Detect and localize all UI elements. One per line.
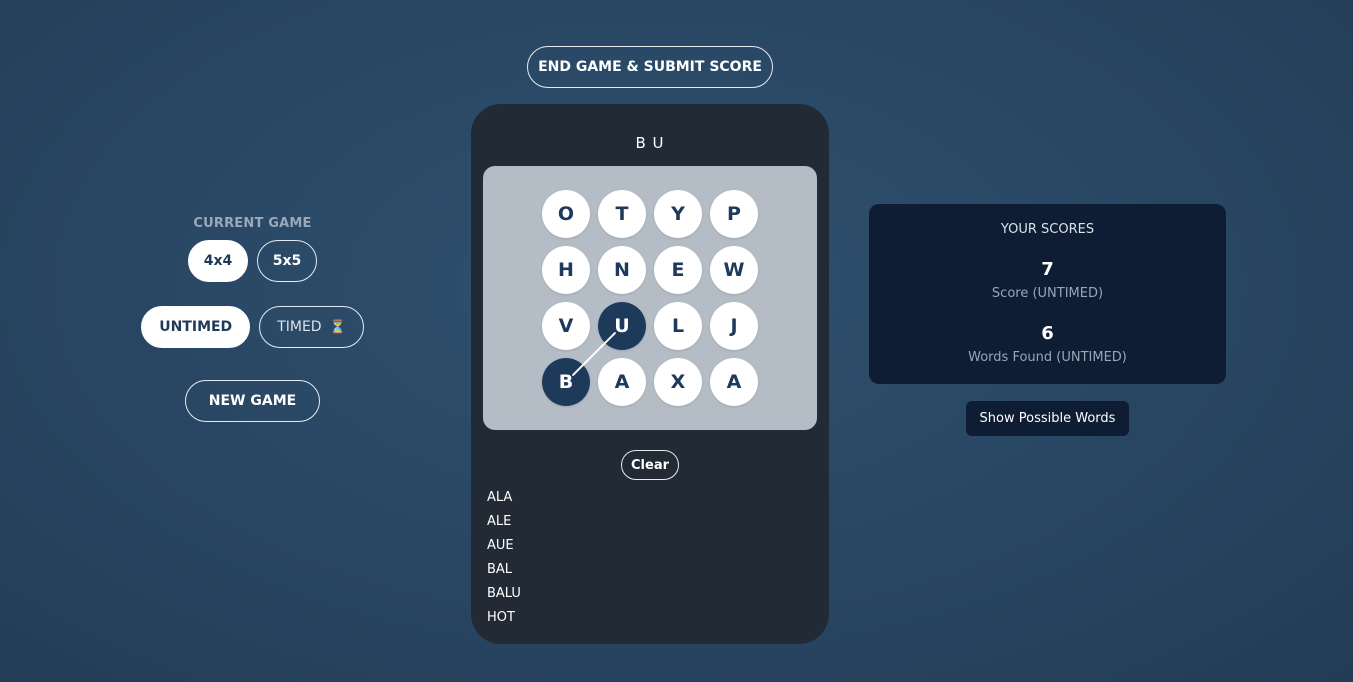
found-words-list: ALA ALE AUE BAL BALU HOT xyxy=(487,486,521,630)
show-possible-words-button[interactable]: Show Possible Words xyxy=(966,401,1129,436)
game-settings-panel: CURRENT GAME 4x4 5x5 UNTIMED TIMED ⏳ NEW… xyxy=(130,216,375,422)
found-word: BAL xyxy=(487,562,513,577)
timed-mode-button[interactable]: TIMED ⏳ xyxy=(259,306,364,348)
letter-tile[interactable]: E xyxy=(654,246,702,294)
letter-tile[interactable]: A xyxy=(598,358,646,406)
new-game-row: NEW GAME xyxy=(130,380,375,422)
letter-tile[interactable]: A xyxy=(710,358,758,406)
score-label: Score (UNTIMED) xyxy=(991,286,1104,301)
found-word: HOT xyxy=(487,610,515,625)
size-4x4-button[interactable]: 4x4 xyxy=(188,240,248,282)
game-panel: B U OTYPHNEWVULJBAXA Clear ALA ALE AUE BAL B… xyxy=(471,104,829,644)
grid-size-selector: 4x4 5x5 xyxy=(130,240,375,282)
letter-tile[interactable]: Y xyxy=(654,190,702,238)
letter-tile[interactable]: J xyxy=(710,302,758,350)
letter-tile[interactable]: P xyxy=(710,190,758,238)
letter-tile[interactable]: B xyxy=(542,358,590,406)
found-word: ALA xyxy=(487,490,513,505)
new-game-button[interactable]: NEW GAME xyxy=(185,380,320,422)
found-word: ALE xyxy=(487,514,512,529)
selection-path xyxy=(572,332,616,376)
hourglass-icon: ⏳ xyxy=(329,319,346,335)
untimed-mode-button[interactable]: UNTIMED xyxy=(141,306,251,348)
letter-tile[interactable]: L xyxy=(654,302,702,350)
current-game-label: CURRENT GAME xyxy=(193,216,312,231)
words-found-label: Words Found (UNTIMED) xyxy=(968,350,1127,365)
scores-title: YOUR SCORES xyxy=(1000,222,1095,237)
letter-tile[interactable]: W xyxy=(710,246,758,294)
letter-tile[interactable]: N xyxy=(598,246,646,294)
score-value: 7 xyxy=(1041,259,1054,280)
letter-tile[interactable]: U xyxy=(598,302,646,350)
clear-button[interactable]: Clear xyxy=(621,450,679,480)
scores-card: YOUR SCORES 7 Score (UNTIMED) 6 Words Fo… xyxy=(869,204,1226,384)
letter-tile[interactable]: O xyxy=(542,190,590,238)
letter-tile[interactable]: T xyxy=(598,190,646,238)
size-5x5-button[interactable]: 5x5 xyxy=(257,240,317,282)
words-found-value: 6 xyxy=(1041,323,1054,344)
found-word: BALU xyxy=(487,586,521,601)
letter-tile[interactable]: X xyxy=(654,358,702,406)
letter-board: OTYPHNEWVULJBAXA xyxy=(483,166,817,430)
timed-mode-label: TIMED xyxy=(277,319,322,335)
found-word: AUE xyxy=(487,538,514,553)
letter-tile[interactable]: V xyxy=(542,302,590,350)
end-game-submit-score-button[interactable]: END GAME & SUBMIT SCORE xyxy=(527,46,773,88)
letter-tile[interactable]: H xyxy=(542,246,590,294)
game-mode-selector: UNTIMED TIMED ⏳ xyxy=(130,306,375,348)
current-word-display: B U xyxy=(635,134,665,152)
